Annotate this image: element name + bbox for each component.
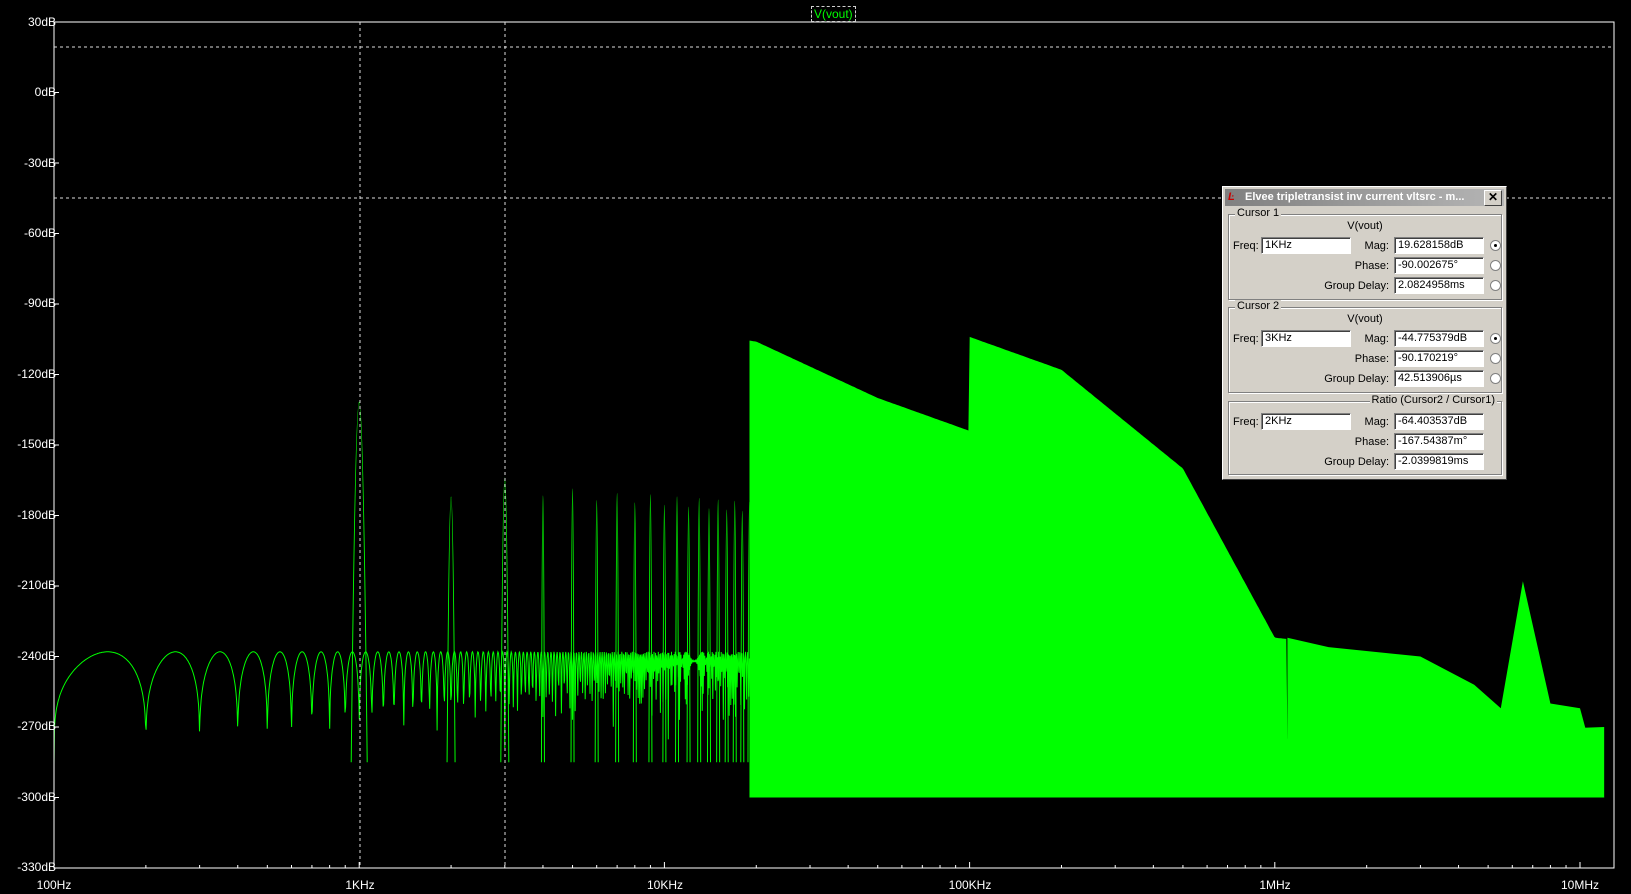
ratio-group-title: Ratio (Cursor2 / Cursor1) bbox=[1369, 394, 1497, 406]
ratio-mag-field[interactable]: -64.403537dB bbox=[1394, 413, 1484, 430]
cursor1-group-delay-radio[interactable] bbox=[1490, 280, 1501, 291]
cursor2-phase-radio[interactable] bbox=[1490, 353, 1501, 364]
cursor1-freq-field[interactable]: 1KHz bbox=[1261, 237, 1351, 254]
x-tick-label: 100Hz bbox=[36, 878, 72, 892]
y-tick-label: -330dB bbox=[17, 860, 56, 874]
x-tick-label: 1MHz bbox=[1259, 878, 1291, 892]
y-tick-label: -60dB bbox=[23, 226, 56, 240]
x-tick-label: 1KHz bbox=[345, 878, 375, 892]
freq-label: Freq: bbox=[1233, 333, 1259, 345]
mag-label: Mag: bbox=[1364, 240, 1389, 252]
ltspice-icon: Ŀ bbox=[1228, 191, 1235, 203]
mag-label: Mag: bbox=[1364, 333, 1389, 345]
cursor2-mag-field[interactable]: -44.775379dB bbox=[1394, 330, 1484, 347]
x-tick-label: 100KHz bbox=[948, 878, 992, 892]
cursor1-group-delay-field[interactable]: 2.0824958ms bbox=[1394, 277, 1484, 294]
cursor2-freq-field[interactable]: 3KHz bbox=[1261, 330, 1351, 347]
cursor2-trace-name: V(vout) bbox=[1347, 313, 1383, 325]
y-tick-label: -180dB bbox=[17, 508, 56, 522]
x-tick-label: 10KHz bbox=[646, 878, 684, 892]
cursor2-mag-radio[interactable] bbox=[1490, 333, 1501, 344]
cursor2-group-delay-radio[interactable] bbox=[1490, 373, 1501, 384]
y-tick-label: -270dB bbox=[17, 719, 56, 733]
cursor1-group-title: Cursor 1 bbox=[1235, 207, 1282, 219]
group-delay-label: Group Delay: bbox=[1324, 456, 1389, 468]
freq-label: Freq: bbox=[1233, 416, 1259, 428]
x-tick-label: 10MHz bbox=[1560, 878, 1600, 892]
cursor1-trace-name: V(vout) bbox=[1347, 220, 1383, 232]
close-button[interactable]: ✕ bbox=[1484, 190, 1502, 206]
cursor1-mag-field[interactable]: 19.628158dB bbox=[1394, 237, 1484, 254]
cursor-readout-window[interactable]: Ŀ Elvee tripletransist inv current vltsr… bbox=[1222, 186, 1507, 480]
cursor2-group-delay-field[interactable]: 42.513906µs bbox=[1394, 370, 1484, 387]
mag-label: Mag: bbox=[1364, 416, 1389, 428]
group-delay-label: Group Delay: bbox=[1324, 373, 1389, 385]
y-tick-label: -30dB bbox=[23, 156, 56, 170]
phase-label: Phase: bbox=[1354, 436, 1389, 448]
freq-label: Freq: bbox=[1233, 240, 1259, 252]
cursor1-mag-radio[interactable] bbox=[1490, 240, 1501, 251]
y-tick-label: -300dB bbox=[17, 790, 56, 804]
phase-label: Phase: bbox=[1354, 260, 1389, 272]
y-tick-label: -120dB bbox=[17, 367, 56, 381]
window-title-bar[interactable]: Ŀ Elvee tripletransist inv current vltsr… bbox=[1225, 189, 1504, 206]
y-tick-label: -210dB bbox=[17, 578, 56, 592]
ratio-group: Ratio (Cursor2 / Cursor1) Freq: 2KHz Mag… bbox=[1228, 394, 1502, 475]
y-tick-label: -90dB bbox=[23, 296, 56, 310]
y-tick-label: -240dB bbox=[17, 649, 56, 663]
phase-label: Phase: bbox=[1354, 353, 1389, 365]
cursor1-phase-field[interactable]: -90.002675° bbox=[1394, 257, 1484, 274]
ratio-phase-field[interactable]: -167.54387m° bbox=[1394, 433, 1484, 450]
y-tick-label: -150dB bbox=[17, 437, 56, 451]
cursor1-phase-radio[interactable] bbox=[1490, 260, 1501, 271]
ratio-freq-field[interactable]: 2KHz bbox=[1261, 413, 1351, 430]
y-tick-label: 30dB bbox=[27, 15, 56, 29]
trace-label[interactable]: V(vout) bbox=[811, 6, 856, 22]
group-delay-label: Group Delay: bbox=[1324, 280, 1389, 292]
cursor1-group: Cursor 1 V(vout) Freq: 1KHz Mag: 19.6281… bbox=[1228, 207, 1502, 300]
ratio-group-delay-field[interactable]: -2.0399819ms bbox=[1394, 453, 1484, 470]
cursor2-group-title: Cursor 2 bbox=[1235, 300, 1282, 312]
window-title: Elvee tripletransist inv current vltsrc … bbox=[1245, 191, 1465, 203]
cursor2-phase-field[interactable]: -90.170219° bbox=[1394, 350, 1484, 367]
y-tick-label: 0dB bbox=[34, 85, 56, 99]
cursor2-group: Cursor 2 V(vout) Freq: 3KHz Mag: -44.775… bbox=[1228, 300, 1502, 393]
